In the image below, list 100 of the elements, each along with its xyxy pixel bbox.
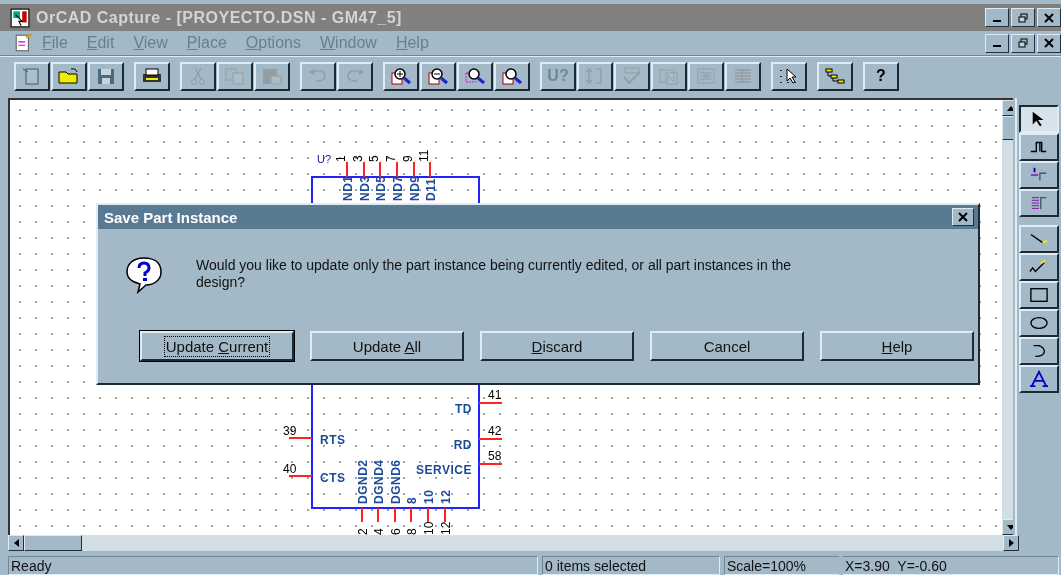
restore-button[interactable] (1011, 33, 1035, 53)
close-button[interactable] (1037, 8, 1061, 27)
pin-label: 8 (405, 496, 419, 504)
minimize-icon (993, 45, 1001, 47)
close-button[interactable] (952, 208, 974, 226)
menu-item[interactable]: Window (319, 34, 377, 52)
toolbar-button[interactable] (817, 61, 853, 91)
menu-item[interactable]: File (42, 34, 68, 52)
selection-count: 0 items selected (542, 556, 720, 575)
pin-label: ND1 (341, 175, 355, 201)
window-title: OrCAD Capture - [PROYECTO.DSN - GM47_5] (36, 8, 402, 27)
toolbar-button[interactable] (134, 61, 170, 91)
horizontal-scrollbar[interactable] (8, 535, 1019, 551)
menu-item[interactable]: Edit (86, 34, 115, 52)
toolbar-button[interactable] (494, 61, 530, 91)
pin-label: ND9 (408, 175, 422, 201)
restore-icon (1018, 12, 1028, 23)
close-icon (1044, 38, 1054, 48)
palette-tool[interactable] (1019, 105, 1059, 133)
toolbar-button[interactable]: ? (863, 61, 899, 91)
report-icon (694, 66, 718, 86)
scroll-thumb[interactable] (24, 535, 82, 551)
menu-item[interactable]: Place (186, 34, 227, 52)
dialog-title: Save Part Instance (104, 208, 238, 226)
dialog-button[interactable]: Update Current (140, 331, 294, 361)
pin-label: 10 (422, 489, 436, 504)
left-arrow-icon (13, 539, 19, 547)
close-button[interactable] (1037, 33, 1061, 53)
pin-number: 42 (488, 424, 502, 438)
pin-line (377, 507, 379, 523)
pin-number: 58 (488, 449, 502, 463)
status-message: Ready (8, 556, 538, 575)
toolbar-button[interactable] (771, 61, 807, 91)
pin-number: 7 (384, 155, 398, 162)
toolbar-button[interactable] (383, 61, 419, 91)
pin-number: 40 (283, 462, 297, 476)
pin-line (288, 475, 313, 477)
pin-line (361, 507, 363, 523)
pin-line (478, 463, 503, 465)
rectangle-icon (1028, 286, 1050, 304)
menu-item[interactable]: Options (245, 34, 301, 52)
pin-line (429, 161, 431, 178)
pin-line (478, 438, 503, 440)
zoom-all-icon (500, 66, 524, 86)
pin-label: RD (453, 438, 472, 452)
zoom-out-icon (426, 66, 450, 86)
app-icon (10, 7, 30, 28)
pin-line (410, 507, 412, 523)
pin-label: DGND4 (372, 459, 386, 504)
pin-number: 41 (488, 388, 502, 402)
question-icon (124, 255, 164, 295)
toolbar-button[interactable] (88, 61, 124, 91)
paste-icon (260, 66, 284, 86)
zoom-in-icon (389, 66, 413, 86)
up-arrow-icon (1007, 105, 1013, 111)
schematic-canvas[interactable] (8, 98, 1013, 535)
pin-number: 4 (372, 528, 386, 535)
pin-line (346, 161, 348, 178)
minimize-button[interactable] (985, 8, 1009, 27)
dialog-button[interactable]: Cancel (650, 331, 804, 361)
minimize-button[interactable] (985, 33, 1009, 53)
pin-line (379, 161, 381, 178)
pin-number: 8 (405, 528, 419, 535)
pin-label: DGND2 (356, 459, 370, 504)
pin-label: D11 (424, 178, 438, 201)
pin-label: RTS (320, 433, 346, 447)
toolbar-button[interactable] (14, 61, 50, 91)
pin-line (444, 507, 446, 523)
toolbar-button[interactable] (420, 61, 456, 91)
pin-label: ND7 (391, 175, 405, 201)
pin-number: 9 (401, 155, 415, 162)
pin-line (478, 402, 503, 404)
minimize-icon (993, 19, 1001, 22)
pin-line (413, 161, 415, 178)
part-reference: U? (317, 153, 332, 165)
toolbar-button[interactable] (457, 61, 493, 91)
cursor-coordinates: X=3.90 Y=-0.60 (843, 556, 1059, 575)
document-icon (14, 33, 34, 53)
pin-label: CTS (320, 471, 346, 485)
dialog-button[interactable]: Help (820, 331, 974, 361)
pin-label: DGND6 (389, 459, 403, 504)
restore-button[interactable] (1011, 8, 1035, 27)
toolbar-button[interactable] (51, 61, 87, 91)
scroll-left-button[interactable] (8, 535, 24, 551)
pin-number: 12 (439, 521, 453, 535)
dialog-button[interactable]: Discard (480, 331, 634, 361)
netlist-icon (657, 66, 681, 86)
restore-icon (1018, 38, 1028, 48)
close-icon (958, 212, 968, 222)
menu-item[interactable]: View (133, 34, 168, 52)
dialog-button[interactable]: Update All (310, 331, 464, 361)
hierarchy-icon (823, 66, 847, 86)
scroll-right-button[interactable] (1003, 535, 1019, 551)
pin-number: 5 (367, 155, 381, 162)
pin-number: 10 (422, 521, 436, 535)
zoom-scale: Scale=100% (724, 556, 839, 575)
pin-line (288, 437, 313, 439)
pin-line (394, 507, 396, 523)
menu-item[interactable]: Help (395, 34, 429, 52)
pin-label: ND3 (358, 175, 372, 201)
